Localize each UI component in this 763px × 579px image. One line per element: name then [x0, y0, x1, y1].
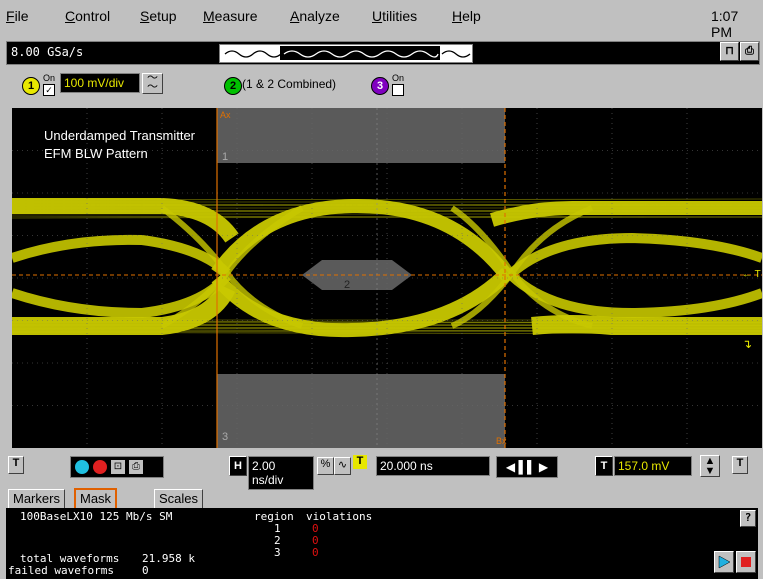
ch1-on-checkbox[interactable]: ✓ [43, 84, 55, 96]
tab-markers[interactable]: Markers [8, 489, 65, 508]
sample-rate: 8.00 GSa/s [11, 45, 84, 59]
menu-file[interactable]: File [6, 8, 29, 24]
waveform-display[interactable]: Underdamped Transmitter EFM BLW Pattern … [12, 108, 762, 448]
mask-region-3-label: 3 [222, 431, 229, 443]
print-screen-icon[interactable]: ⎙ [740, 42, 759, 61]
annotation-line-1: Underdamped Transmitter [44, 128, 196, 143]
menu-utilities[interactable]: Utilities [372, 8, 417, 24]
menu-help[interactable]: Help [452, 8, 481, 24]
channel-2-icon[interactable]: 2 [224, 77, 242, 95]
fine-adjust-icon[interactable]: % [317, 457, 334, 475]
horizontal-icon[interactable]: H [229, 456, 247, 476]
help-button[interactable]: ? [740, 510, 756, 527]
print-icon[interactable]: ⎙ [129, 460, 143, 474]
delay-stepper[interactable]: ◀ ▌▌ ▶ [496, 456, 558, 478]
waveform-overview-icon [224, 46, 471, 60]
delay-icon[interactable]: T [353, 455, 367, 469]
ch3-on-label: On [392, 73, 405, 83]
marker-a-label: Ax [220, 110, 231, 120]
marker-b-label: Bx [496, 436, 507, 446]
waveform-overview[interactable] [219, 44, 473, 63]
delay-field[interactable]: 20.000 ns [376, 456, 490, 476]
trigger-icon[interactable]: T [595, 456, 613, 476]
channel-1-icon[interactable]: 1 [22, 77, 40, 95]
stop-square-icon [741, 557, 751, 567]
run-icon[interactable] [75, 460, 89, 474]
tab-scales[interactable]: Scales [154, 489, 204, 508]
mask-region-1 [217, 108, 505, 163]
stop-icon[interactable] [93, 460, 107, 474]
timebase-scale-field[interactable]: 2.00 ns/div [248, 456, 314, 490]
acquisition-status-bar: 8.00 GSa/s ⊓ ⎙ [6, 41, 760, 65]
trigger-level-field[interactable]: 157.0 mV [614, 456, 692, 476]
mask-test-panel: 100BaseLX10 125 Mb/s SM region violation… [6, 508, 758, 579]
ch1-scale-field[interactable]: 100 mV/div [60, 73, 140, 93]
mask-region-2-label: 2 [344, 279, 351, 291]
ch1-coupling-icon[interactable]: 〜〜 [142, 73, 163, 94]
trigger-level-marker: ← T [742, 269, 761, 280]
trace-top-left [12, 198, 239, 243]
total-waveforms-value: 21.958 k [142, 552, 195, 565]
trigger-right-icon[interactable]: T [732, 456, 748, 474]
failed-waveforms-value: 0 [142, 564, 149, 577]
start-mask-test-button[interactable] [714, 551, 734, 573]
trace-left-eye-top [12, 234, 231, 277]
mask-region-3 [217, 374, 505, 448]
trace-noise-top-9 [12, 216, 762, 219]
display-mode-icon[interactable]: ⊓ [720, 42, 739, 61]
timebase-mode-icon[interactable]: ∿ [334, 457, 351, 475]
tab-mask-test[interactable]: Mask Test [74, 488, 118, 524]
mask-region-1-label: 1 [222, 151, 229, 163]
run-control-group: ⊡ ⎙ [70, 456, 164, 478]
trigger-left-icon[interactable]: T [8, 456, 24, 474]
menu-control[interactable]: Control [65, 8, 110, 24]
region-row-3: 3 [274, 546, 281, 559]
menu-bar: File Control Setup Measure Analyze Utili… [0, 0, 763, 40]
trigger-level-spinner[interactable]: ▲ ▼ [700, 455, 720, 477]
mask-name: 100BaseLX10 125 Mb/s SM [20, 510, 173, 523]
trace-right-eye-top [508, 232, 762, 277]
menu-analyze[interactable]: Analyze [290, 8, 340, 24]
ch2-label: (1 & 2 Combined) [242, 77, 337, 91]
control-toolbar: T ⊡ ⎙ H 2.00 ns/div % ∿ T 20.000 ns ◀ ▌▌… [6, 452, 758, 490]
annotation-line-2: EFM BLW Pattern [44, 146, 148, 161]
channel-bar: 1 On ✓ 100 mV/div 〜〜 2 (1 & 2 Combined) … [6, 71, 758, 99]
autoscale-icon[interactable]: ⊡ [111, 460, 125, 474]
failed-waveforms-label: failed waveforms [8, 564, 114, 577]
violations-row-3: 0 [312, 546, 319, 559]
menu-measure[interactable]: Measure [203, 8, 257, 24]
stop-mask-test-button[interactable] [736, 551, 756, 573]
ch1-on-label: On [43, 73, 56, 83]
ground-reference-icon: ↴ [742, 337, 753, 351]
play-icon [718, 555, 731, 569]
clock: 1:07 PM [711, 8, 739, 40]
menu-setup[interactable]: Setup [140, 8, 177, 24]
ch3-on-checkbox[interactable] [392, 84, 404, 96]
channel-3-icon[interactable]: 3 [371, 77, 389, 95]
